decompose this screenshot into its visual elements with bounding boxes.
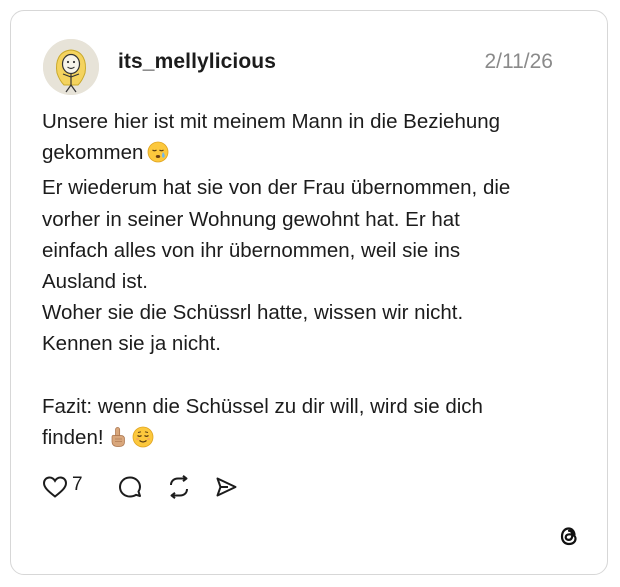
post-line: Er wiederum hat sie von der Frau übernom… [42, 172, 582, 203]
comment-icon [119, 476, 141, 498]
post-line-text: Er wiederum hat sie von der Frau übernom… [42, 176, 511, 200]
post-line: gekommen [42, 137, 582, 172]
like-count: 7 [72, 474, 83, 495]
post-line: einfach alles von ihr übernommen, weil s… [42, 235, 582, 266]
post-body: Unsere hier ist mit meinem Mann in die B… [42, 106, 582, 457]
relieved-face-emoji [132, 426, 154, 457]
post-line-text: Woher sie die Schüssrl hatte, wissen wir… [42, 301, 464, 325]
post-date: 2/11/26 [484, 50, 553, 73]
heart-icon [42, 476, 68, 498]
post-line-text: finden! [42, 426, 104, 450]
post-line-text: einfach alles von ihr übernommen, weil s… [42, 238, 461, 262]
post-line: Woher sie die Schüssrl hatte, wissen wir… [42, 297, 582, 328]
post-line-text: Ausland ist. [42, 270, 148, 294]
post-line: vorher in seiner Wohnung gewohnt hat. Er… [42, 204, 582, 235]
post-line: Unsere hier ist mit meinem Mann in die B… [42, 106, 582, 137]
avatar[interactable] [43, 39, 99, 95]
share-icon [216, 477, 237, 497]
post-line: Ausland ist. [42, 266, 582, 297]
like-button[interactable]: 7 [42, 473, 83, 501]
post-line: Fazit: wenn die Schüssel zu dir will, wi… [42, 391, 582, 422]
index-pointing-up-emoji [108, 426, 128, 457]
post-line-text: Kennen sie ja nicht. [42, 332, 221, 356]
post-line-text: Unsere hier ist mit meinem Mann in die B… [42, 110, 501, 133]
post-line: finden! [42, 422, 582, 457]
post-blank-line [42, 360, 582, 391]
avatar-drawing-icon [43, 39, 99, 95]
post-line: Kennen sie ja nicht. [42, 328, 582, 359]
username[interactable]: its_mellylicious [118, 50, 276, 74]
post-card: its_mellylicious 2/11/26 Unsere hier ist… [10, 10, 608, 575]
post-line-text: Fazit: wenn die Schüssel zu dir will, wi… [42, 394, 483, 418]
post-line-text: gekommen [42, 141, 144, 165]
repost-button[interactable] [166, 473, 192, 501]
post-line-text: vorher in seiner Wohnung gewohnt hat. Er… [42, 207, 460, 231]
comment-button[interactable] [118, 473, 142, 501]
share-button[interactable] [214, 473, 238, 501]
sleepy-face-emoji [147, 141, 169, 172]
repost-icon [170, 475, 188, 499]
threads-logo-icon[interactable] [557, 524, 581, 548]
